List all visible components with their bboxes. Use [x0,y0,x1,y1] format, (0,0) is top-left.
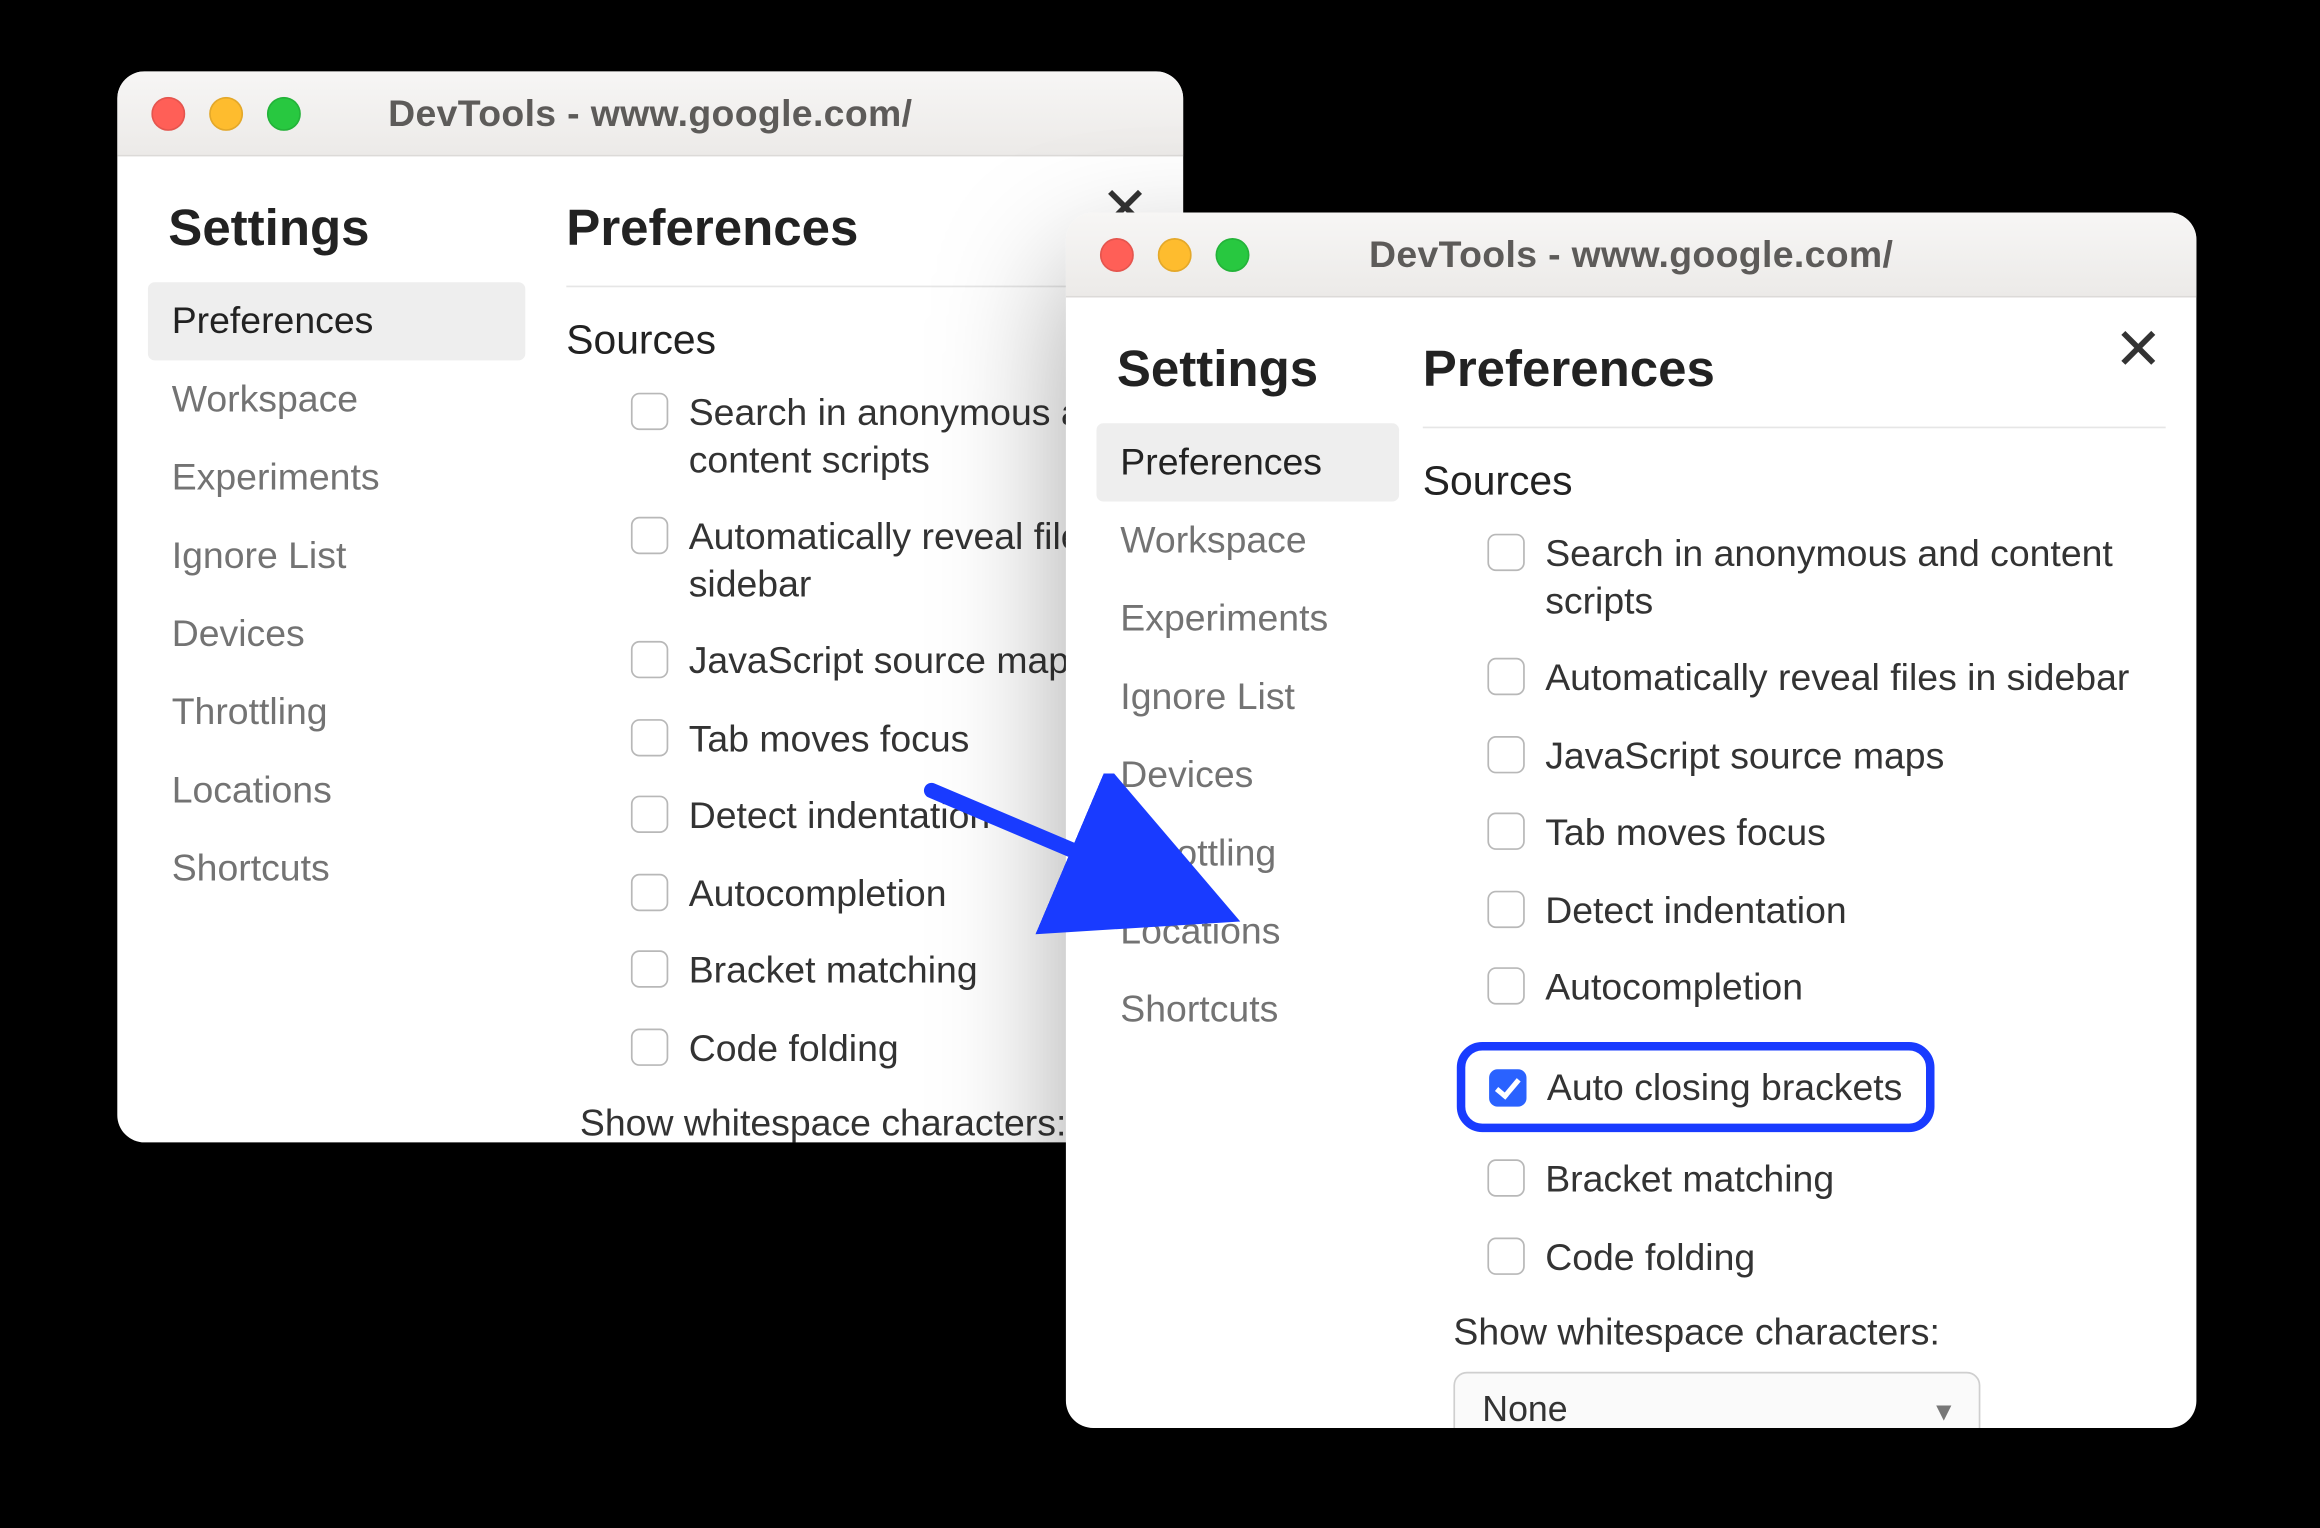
whitespace-select-label: Show whitespace characters: [1454,1311,2166,1355]
option-label: Detect indentation [689,792,990,839]
checkbox-checked[interactable] [1489,1070,1526,1107]
sidebar-item-ignore-list[interactable]: Ignore List [1097,658,1400,736]
checkbox[interactable] [1488,890,1525,927]
sidebar-item-shortcuts[interactable]: Shortcuts [148,830,525,908]
option-label: Tab moves focus [1545,809,1826,856]
sources-section-heading: Sources [1423,459,2166,507]
option-label: JavaScript source maps [689,638,1088,685]
sidebar-item-ignore-list[interactable]: Ignore List [148,517,525,595]
option-bracket-matching[interactable]: Bracket matching [1488,1156,2166,1203]
sidebar-item-preferences[interactable]: Preferences [1097,423,1400,501]
sidebar-item-experiments[interactable]: Experiments [1097,580,1400,658]
option-label: Detect indentation [1545,887,1846,934]
option-tab-moves-focus[interactable]: Tab moves focus [1488,809,2166,856]
window-titlebar[interactable]: DevTools - www.google.com/ [1066,213,2197,298]
preferences-heading: Preferences [1423,342,2166,429]
preferences-heading: Preferences [566,201,1152,288]
highlighted-option-auto-closing-brackets[interactable]: Auto closing brackets [1457,1041,1935,1132]
checkbox[interactable] [631,517,668,554]
checkbox[interactable] [631,1028,668,1065]
checkbox[interactable] [1488,658,1525,695]
option-label: Automatically reveal files in sidebar [1545,655,2129,702]
chevron-down-icon: ▾ [1936,1393,1951,1428]
sidebar-item-locations[interactable]: Locations [148,751,525,829]
checkbox[interactable] [1488,1159,1525,1196]
traffic-light-close[interactable] [151,96,185,130]
option-label: Search in anonymous and content scripts [1545,530,2166,624]
sidebar-item-preferences[interactable]: Preferences [148,282,525,360]
traffic-light-close[interactable] [1100,237,1134,271]
whitespace-select-value: None [1482,1391,1567,1428]
window-titlebar[interactable]: DevTools - www.google.com/ [117,71,1183,156]
settings-heading: Settings [148,187,525,282]
sidebar-item-workspace[interactable]: Workspace [1097,502,1400,580]
sidebar-item-throttling[interactable]: Throttling [148,673,525,751]
option-detect-indentation[interactable]: Detect indentation [1488,887,2166,934]
whitespace-select[interactable]: None ▾ [1454,1372,1981,1428]
traffic-light-minimize[interactable] [1158,237,1192,271]
option-search-anonymous[interactable]: Search in anonymous and content scripts [1488,530,2166,624]
sidebar-item-throttling[interactable]: Throttling [1097,814,1400,892]
checkbox[interactable] [631,950,668,987]
sidebar-item-locations[interactable]: Locations [1097,893,1400,971]
checkbox[interactable] [1488,534,1525,571]
sidebar-item-shortcuts[interactable]: Shortcuts [1097,971,1400,1049]
settings-heading: Settings [1097,328,1400,423]
checkbox[interactable] [631,796,668,833]
option-label: Tab moves focus [689,715,970,762]
option-auto-reveal-files[interactable]: Automatically reveal files in sidebar [1488,655,2166,702]
option-label: Autocompletion [1545,964,1803,1011]
settings-sidebar: Settings Preferences Workspace Experimen… [148,187,525,1142]
sidebar-item-devices[interactable]: Devices [1097,736,1400,814]
option-label: Bracket matching [1545,1156,1834,1203]
sidebar-item-devices[interactable]: Devices [148,595,525,673]
option-autocompletion[interactable]: Autocompletion [1488,964,2166,1011]
option-code-folding[interactable]: Code folding [1488,1233,2166,1280]
traffic-lights [1100,237,1250,271]
checkbox[interactable] [1488,735,1525,772]
sidebar-item-experiments[interactable]: Experiments [148,439,525,517]
traffic-light-minimize[interactable] [209,96,243,130]
checkbox[interactable] [631,873,668,910]
checkbox[interactable] [631,393,668,430]
option-label: Auto closing brackets [1547,1063,1902,1110]
settings-sidebar: Settings Preferences Workspace Experimen… [1097,328,1400,1428]
devtools-window-before: DevTools - www.google.com/ ✕ Settings Pr… [117,71,1183,1142]
traffic-lights [151,96,301,130]
checkbox[interactable] [1488,813,1525,850]
option-label: Code folding [1545,1233,1755,1280]
checkbox[interactable] [1488,967,1525,1004]
checkbox[interactable] [1488,1237,1525,1274]
sidebar-item-workspace[interactable]: Workspace [148,360,525,438]
option-label: Autocompletion [689,870,947,917]
traffic-light-maximize[interactable] [1216,237,1250,271]
option-label: JavaScript source maps [1545,732,1944,779]
option-label: Bracket matching [689,947,978,994]
traffic-light-maximize[interactable] [267,96,301,130]
devtools-window-after: DevTools - www.google.com/ ✕ Settings Pr… [1066,213,2197,1429]
option-label: Code folding [689,1024,899,1071]
sources-section-heading: Sources [566,318,1152,366]
option-js-source-maps[interactable]: JavaScript source maps [1488,732,2166,779]
preferences-panel: Preferences Sources Search in anonymous … [1399,328,2179,1428]
checkbox[interactable] [631,641,668,678]
checkbox[interactable] [631,718,668,755]
